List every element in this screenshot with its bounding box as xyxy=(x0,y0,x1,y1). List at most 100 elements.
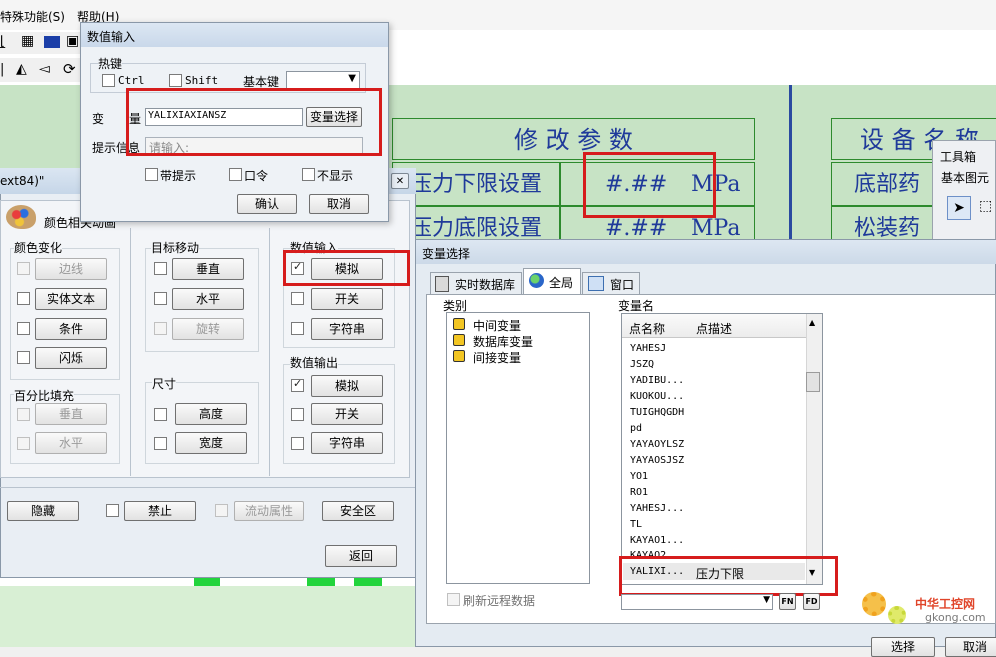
category-item-1[interactable]: 中间变量 xyxy=(473,317,521,334)
solid-text-button[interactable]: 实体文本 xyxy=(35,288,107,310)
tab-window[interactable]: 窗口 xyxy=(582,272,640,294)
fill-vertical-checkbox xyxy=(17,408,30,421)
variable-item[interactable]: KAYAO1... xyxy=(630,535,684,546)
variable-item[interactable]: YAHESJ... xyxy=(630,503,684,514)
highlight-selected-variable xyxy=(619,556,838,596)
tab-global[interactable]: 全局 xyxy=(523,268,581,295)
category-item-2[interactable]: 数据库变量 xyxy=(473,333,533,350)
animation-close-button[interactable]: ✕ xyxy=(391,173,409,189)
move-vertical-button[interactable]: 垂直 xyxy=(172,258,244,280)
disable-checkbox[interactable] xyxy=(106,504,119,517)
variable-item[interactable]: pd xyxy=(630,423,642,434)
fd-button[interactable]: FD xyxy=(803,593,820,610)
shift-checkbox[interactable] xyxy=(169,74,182,87)
variable-item[interactable]: YADIBU... xyxy=(630,375,684,386)
select-tool-icon[interactable]: ⬚ xyxy=(979,198,992,214)
scroll-thumb[interactable] xyxy=(806,372,820,392)
height-button[interactable]: 高度 xyxy=(175,403,247,425)
chart-tool-icon[interactable]: ⌊̲ xyxy=(0,34,5,49)
category-icon-3 xyxy=(453,350,465,362)
solid-text-checkbox[interactable] xyxy=(17,292,30,305)
highlight-analog-input xyxy=(283,250,410,286)
width-button[interactable]: 宽度 xyxy=(175,432,247,454)
close-icon: ✕ xyxy=(395,176,405,187)
blink-button[interactable]: 闪烁 xyxy=(35,347,107,369)
col-point-desc[interactable]: 点描述 xyxy=(696,320,732,337)
variable-label-a: 变 xyxy=(92,112,105,126)
window-tool-icon[interactable]: ▣ xyxy=(66,33,79,49)
variable-item[interactable]: KUOKOU... xyxy=(630,391,684,402)
variable-item[interactable]: TL xyxy=(630,519,642,530)
align-icon[interactable]: | xyxy=(0,62,4,77)
fill-vertical-button: 垂直 xyxy=(35,403,107,425)
numeric-cancel-button[interactable]: 取消 xyxy=(309,194,369,214)
input-switch-button[interactable]: 开关 xyxy=(311,288,383,310)
with-prompt-checkbox[interactable] xyxy=(145,168,158,181)
blink-checkbox[interactable] xyxy=(17,351,30,364)
numeric-dialog-title: 数值输入 xyxy=(87,30,136,44)
move-vertical-checkbox[interactable] xyxy=(154,262,167,275)
editor-bottom-strip xyxy=(0,586,420,647)
safety-zone-button[interactable]: 安全区 xyxy=(322,501,394,521)
chevron-down-icon: ▼ xyxy=(348,73,356,84)
move-horizontal-button[interactable]: 水平 xyxy=(172,288,244,310)
tab-realtime-db[interactable]: 实时数据库 xyxy=(430,272,522,294)
edge-checkbox xyxy=(17,262,30,275)
database-icon xyxy=(435,276,449,292)
pointer-tool-icon[interactable]: ➤ xyxy=(947,196,971,220)
grid-tool-icon[interactable]: ▦ xyxy=(21,33,34,49)
input-string-button[interactable]: 字符串 xyxy=(311,318,383,340)
output-string-button[interactable]: 字符串 xyxy=(311,432,383,454)
basekey-select[interactable]: ▼ xyxy=(286,71,360,89)
filter-dropdown[interactable]: ▼ xyxy=(621,594,773,610)
target-move-label: 目标移动 xyxy=(151,239,200,256)
variable-item[interactable]: YAYAOSJSZ xyxy=(630,455,684,466)
output-analog-button[interactable]: 模拟 xyxy=(311,375,383,397)
input-switch-checkbox[interactable] xyxy=(291,292,304,305)
toolbox-section[interactable]: 基本图元 xyxy=(941,169,989,186)
password-checkbox[interactable] xyxy=(229,168,242,181)
disable-button[interactable]: 禁止 xyxy=(124,501,196,521)
numeric-ok-button[interactable]: 确认 xyxy=(237,194,297,214)
no-display-checkbox[interactable] xyxy=(302,168,315,181)
menu-special[interactable]: 特殊功能(S) xyxy=(0,8,65,25)
var-cancel-button[interactable]: 取消 xyxy=(945,637,996,657)
varname-label: 变量名 xyxy=(618,299,655,313)
panel-tool-icon[interactable] xyxy=(44,36,60,48)
rotate-icon[interactable]: ⟳ xyxy=(63,60,76,78)
variable-scrollbar[interactable] xyxy=(806,314,822,584)
flow-attr-button: 流动属性 xyxy=(234,501,304,521)
watermark-url: gkong.com xyxy=(925,611,986,624)
scroll-up-icon[interactable]: ▲ xyxy=(809,318,815,327)
ctrl-checkbox[interactable] xyxy=(102,74,115,87)
hide-button[interactable]: 隐藏 xyxy=(7,501,79,521)
output-string-checkbox[interactable] xyxy=(291,437,304,450)
variable-item[interactable]: JSZQ xyxy=(630,359,654,370)
variable-item[interactable]: RO1 xyxy=(630,487,648,498)
size-label: 尺寸 xyxy=(152,375,177,392)
width-checkbox[interactable] xyxy=(154,437,167,450)
input-string-checkbox[interactable] xyxy=(291,322,304,335)
move-horizontal-checkbox[interactable] xyxy=(154,292,167,305)
output-analog-checkbox[interactable] xyxy=(291,377,304,392)
fn-button[interactable]: FN xyxy=(779,593,796,610)
col-point-name[interactable]: 点名称 xyxy=(629,320,665,337)
hmi-row1-label: 压力下限设置 xyxy=(392,162,560,206)
variable-item[interactable]: TUIGHQGDH xyxy=(630,407,684,418)
variable-item[interactable]: YO1 xyxy=(630,471,648,482)
category-icon-2 xyxy=(453,334,465,346)
flip-icon[interactable]: ◭ xyxy=(16,61,27,77)
highlight-variable-row xyxy=(126,88,382,156)
var-select-button[interactable]: 选择 xyxy=(871,637,935,657)
mirror-icon[interactable]: ◅ xyxy=(39,61,50,77)
variable-item[interactable]: YAYAOYLSZ xyxy=(630,439,684,450)
height-checkbox[interactable] xyxy=(154,408,167,421)
variable-item[interactable]: YAHESJ xyxy=(630,343,666,354)
category-item-3[interactable]: 间接变量 xyxy=(473,349,521,366)
condition-button[interactable]: 条件 xyxy=(35,318,107,340)
output-switch-checkbox[interactable] xyxy=(291,408,304,421)
back-button[interactable]: 返回 xyxy=(325,545,397,567)
globe-icon xyxy=(529,273,544,288)
condition-checkbox[interactable] xyxy=(17,322,30,335)
output-switch-button[interactable]: 开关 xyxy=(311,403,383,425)
